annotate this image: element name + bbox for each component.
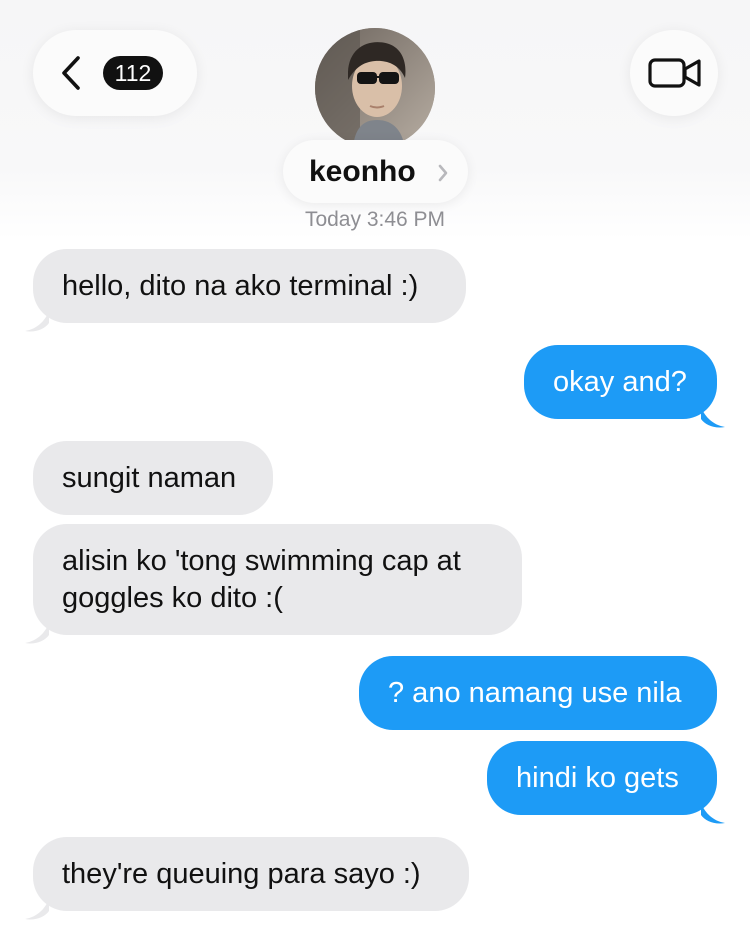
message-text: hindi ko gets <box>516 762 679 794</box>
message-text: okay and? <box>553 366 687 398</box>
message-text: they're queuing para sayo :) <box>62 858 421 890</box>
video-camera-icon <box>648 58 701 88</box>
chevron-left-icon <box>62 56 80 90</box>
message-bubble-outgoing[interactable]: okay and? <box>524 345 725 428</box>
contact-name-button[interactable]: keonho <box>283 140 468 203</box>
chevron-right-icon <box>438 164 448 182</box>
timestamp-day: Today <box>304 208 361 231</box>
bubble-tail <box>701 803 725 824</box>
message-bubble-incoming[interactable]: sungit naman <box>33 441 273 515</box>
timestamp-time: 3:46 PM <box>366 208 446 231</box>
video-call-button[interactable] <box>630 30 718 116</box>
message-bubble-outgoing[interactable]: hindi ko gets <box>487 741 725 824</box>
avatar-photo <box>315 28 435 148</box>
avatar[interactable] <box>315 28 435 148</box>
message-bubble-incoming[interactable]: hello, dito na ako terminal :) <box>25 249 466 332</box>
message-text: hello, dito na ako terminal :) <box>62 270 419 302</box>
bubble-tail <box>25 623 49 644</box>
message-text-line: alisin ko 'tong swimming cap at <box>62 545 461 577</box>
message-text-line: goggles ko dito :( <box>62 582 283 614</box>
bubble-tail <box>25 899 49 920</box>
message-bubble-incoming[interactable]: alisin ko 'tong swimming cap at goggles … <box>25 524 522 644</box>
message-bubble-incoming[interactable]: they're queuing para sayo :) <box>25 837 469 920</box>
message-text: ? ano namang use nila <box>388 677 682 709</box>
conversation-header: 112 keonho Today 3:46 PM <box>0 0 750 240</box>
message-text: sungit naman <box>62 462 237 494</box>
unread-count-badge: 112 <box>103 56 163 90</box>
contact-name: keonho <box>309 155 416 188</box>
message-bubble-outgoing[interactable]: ? ano namang use nila <box>359 656 717 730</box>
bubble-tail <box>25 311 49 332</box>
message-timestamp: Today 3:46 PM <box>0 205 750 235</box>
bubble-tail <box>701 407 725 428</box>
back-button[interactable]: 112 <box>33 30 197 116</box>
